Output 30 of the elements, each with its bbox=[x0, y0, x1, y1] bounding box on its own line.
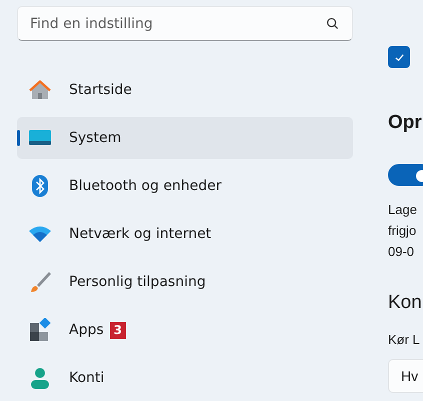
apps-icon bbox=[27, 318, 53, 342]
nav-item[interactable]: Personlig tilpasning bbox=[17, 261, 353, 303]
nav-item[interactable]: System bbox=[17, 117, 353, 159]
nav-item[interactable]: Startside bbox=[17, 69, 353, 111]
dropdown-field[interactable]: Hv bbox=[388, 359, 423, 393]
wifi-icon bbox=[27, 224, 53, 244]
nav-label: Konti bbox=[69, 370, 104, 386]
toggle-switch[interactable] bbox=[388, 164, 423, 186]
nav-label: Startside bbox=[69, 82, 132, 98]
nav-item[interactable]: Konti bbox=[17, 357, 353, 399]
checkbox[interactable] bbox=[388, 46, 410, 68]
nav-label: Netværk og internet bbox=[69, 226, 212, 242]
nav-label: Apps bbox=[69, 322, 104, 338]
number-badge: 3 bbox=[110, 322, 126, 338]
description-text: Lage frigjo 09-0 bbox=[388, 201, 418, 261]
section-heading: Kon bbox=[388, 292, 423, 314]
nav-item[interactable]: Apps 3 bbox=[17, 309, 353, 351]
nav-item[interactable]: Netværk og internet bbox=[17, 213, 353, 255]
field-label: Kør L bbox=[388, 332, 421, 347]
search-field[interactable]: Find en indstilling bbox=[17, 6, 353, 41]
nav-label: System bbox=[69, 130, 122, 146]
nav-label: Personlig tilpasning bbox=[69, 274, 206, 290]
nav-item[interactable]: Bluetooth og enheder bbox=[17, 165, 353, 207]
search-icon[interactable] bbox=[326, 17, 339, 30]
monitor-icon bbox=[27, 128, 53, 148]
home-icon bbox=[27, 78, 53, 102]
checkmark-icon bbox=[394, 52, 404, 62]
selection-indicator bbox=[17, 130, 20, 146]
nav-label: Bluetooth og enheder bbox=[69, 178, 222, 194]
section-heading: Opr bbox=[388, 112, 423, 134]
